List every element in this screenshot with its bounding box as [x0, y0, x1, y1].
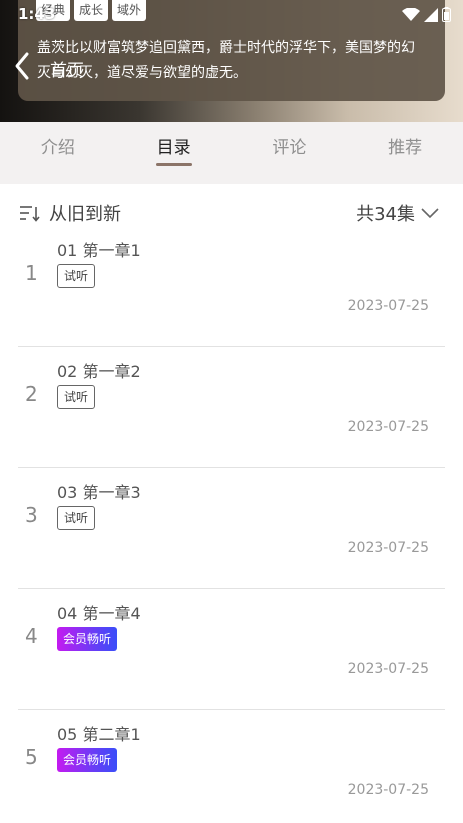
episode-title: 05 第二章1 [57, 725, 141, 744]
tab-intro[interactable]: 介绍 [0, 122, 116, 184]
episode-item[interactable]: 3 03 第一章3 试听 2023-07-25 [18, 468, 445, 589]
trial-badge: 试听 [57, 506, 96, 530]
episode-count: 共34集 [356, 204, 415, 225]
signal-icon [424, 7, 438, 22]
wifi-icon [402, 7, 420, 21]
episode-index: 1 [25, 261, 38, 285]
chevron-down-icon [421, 208, 439, 219]
episode-title: 02 第一章2 [57, 362, 141, 381]
episode-index: 4 [25, 624, 38, 648]
tag-chip[interactable]: 域外 [112, 0, 147, 21]
episode-date: 2023-07-25 [347, 782, 429, 798]
episode-index: 5 [25, 745, 38, 769]
episode-index: 3 [25, 503, 38, 527]
synopsis-text: 盖茨比以财富筑梦追回黛西，爵士时代的浮华下，美国梦的幻灭与幻灭，道尽爱与欲望的虚… [37, 40, 415, 81]
episode-count-dropdown[interactable]: 共34集 [356, 200, 439, 226]
tab-catalog[interactable]: 目录 [116, 122, 232, 184]
episode-date: 2023-07-25 [347, 540, 429, 556]
episode-item[interactable]: 5 05 第二章1 会员畅听 2023-07-25 [18, 710, 445, 823]
hero-banner: 经典 成长 域外 1:43 盖茨比以财富筑梦追回黛西，爵士时代的浮华下，美国梦的… [0, 0, 463, 122]
trial-badge: 试听 [57, 385, 96, 409]
tab-recommend[interactable]: 推荐 [347, 122, 463, 184]
vip-badge: 会员畅听 [57, 627, 118, 651]
sort-order-button[interactable]: 从旧到新 [19, 200, 121, 226]
vip-badge: 会员畅听 [57, 748, 118, 772]
episode-title: 03 第一章3 [57, 483, 141, 502]
chevron-left-icon [15, 52, 29, 80]
episode-title: 04 第一章4 [57, 604, 141, 623]
episode-item[interactable]: 1 01 第一章1 试听 2023-07-25 [18, 226, 445, 347]
episode-index: 2 [25, 382, 38, 406]
tag-chip[interactable]: 成长 [74, 0, 109, 21]
episode-item[interactable]: 4 04 第一章4 会员畅听 2023-07-25 [18, 589, 445, 710]
episode-date: 2023-07-25 [347, 419, 429, 435]
episode-title: 01 第一章1 [57, 241, 141, 260]
tab-bar: 介绍 目录 评论 推荐 [0, 122, 463, 184]
episode-item[interactable]: 2 02 第一章2 试听 2023-07-25 [18, 347, 445, 468]
battery-icon [442, 7, 451, 22]
episode-date: 2023-07-25 [347, 298, 429, 314]
trial-badge: 试听 [57, 264, 96, 288]
page-title: 首页 [50, 61, 84, 81]
sort-ascending-icon [20, 206, 40, 222]
tab-comments[interactable]: 评论 [232, 122, 348, 184]
episode-date: 2023-07-25 [347, 661, 429, 677]
status-icons [402, 7, 451, 22]
back-button[interactable] [12, 50, 34, 82]
sort-label: 从旧到新 [49, 204, 121, 225]
status-time: 1:43 [18, 5, 56, 23]
